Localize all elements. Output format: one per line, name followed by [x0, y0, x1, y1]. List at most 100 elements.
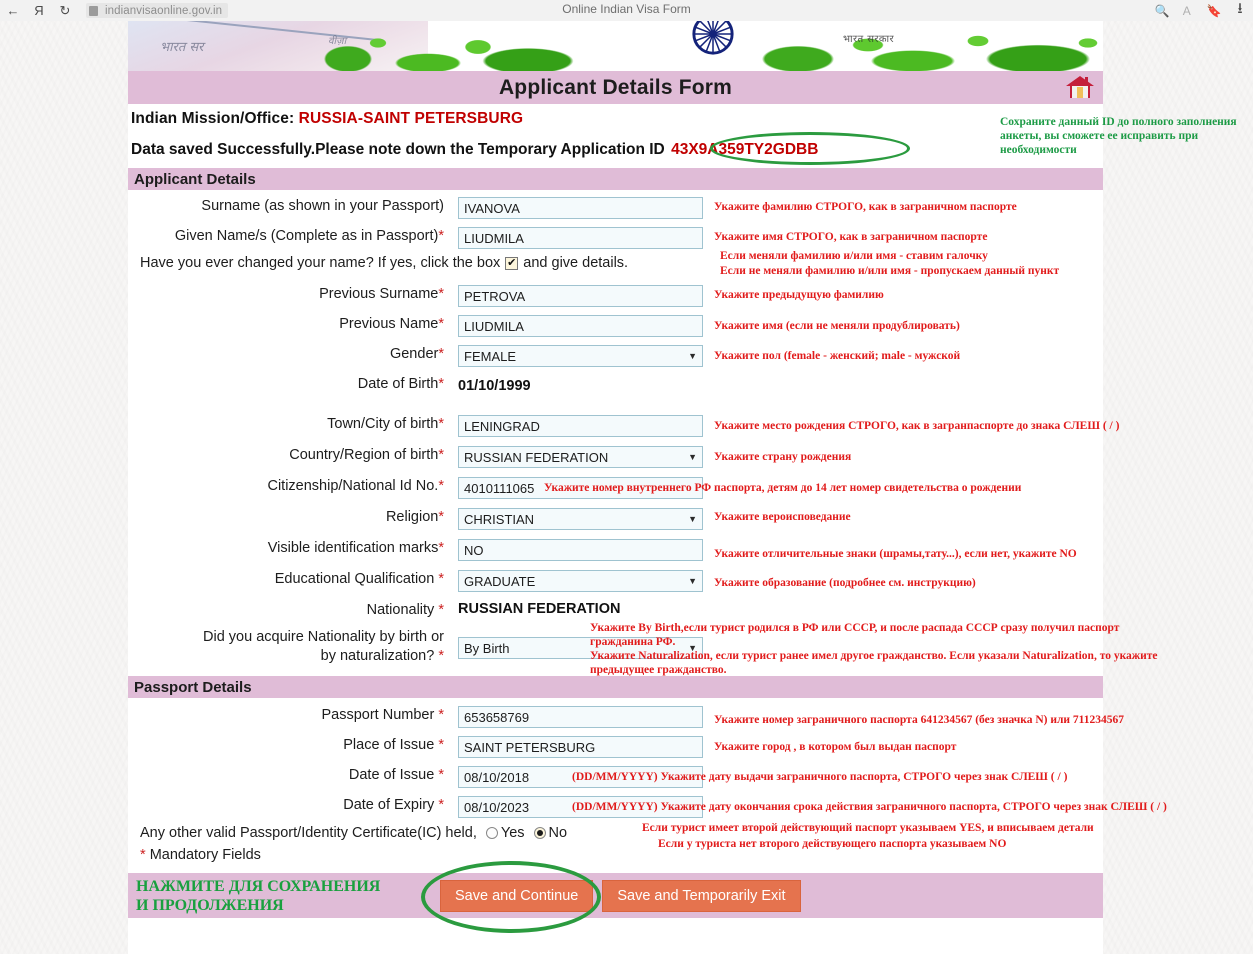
save-instruction-line1: НАЖМИТЕ ДЛЯ СОХРАНЕНИЯ — [136, 877, 381, 895]
previous-name-hint: Укажите имя (если не меняли продублирова… — [714, 320, 960, 332]
mission-office-line: Indian Mission/Office: RUSSIA-SAINT PETE… — [131, 110, 1103, 128]
field-row-country-birth: Country/Region of birth* RUSSIAN FEDERAT… — [128, 446, 1103, 468]
nationality-acquired-label-line1: Did you acquire Nationality by birth or — [203, 629, 444, 645]
name-changed-checkbox[interactable]: ✔ — [505, 256, 519, 270]
reload-icon[interactable]: ↻ — [52, 0, 78, 21]
religion-select[interactable]: CHRISTIAN ▼ — [458, 508, 703, 530]
nationality-acquired-hint-1: Укажите By Birth,если турист родился в Р… — [590, 622, 1120, 634]
nationality-acquired-hint-4: предыдущее гражданство. — [590, 664, 727, 676]
ashoka-chakra-icon — [692, 21, 734, 55]
gender-label: Gender* — [128, 345, 458, 364]
field-row-passport-number: Passport Number * Укажите номер загранич… — [128, 706, 1124, 728]
gender-required: * — [438, 346, 444, 362]
surname-label: Surname (as shown in your Passport) — [201, 198, 444, 214]
nationality-label: Nationality * — [128, 601, 458, 620]
passport-number-label: Passport Number * — [128, 706, 458, 725]
town-birth-input[interactable] — [458, 415, 703, 437]
national-id-hint: Укажите номер внутреннего РФ паспорта, д… — [544, 482, 1022, 494]
field-row-surname: Surname (as shown in your Passport) Укаж… — [128, 197, 1103, 219]
field-row-place-of-issue: Place of Issue * Укажите город , в котор… — [128, 736, 1103, 758]
date-of-issue-label: Date of Issue * — [128, 766, 458, 785]
dob-label-text: Date of Birth — [357, 376, 439, 392]
mission-label: Indian Mission/Office: — [131, 110, 295, 127]
save-and-continue-button[interactable]: Save and Continue — [440, 879, 594, 912]
date-of-issue-label-text: Date of Issue — [348, 767, 435, 783]
education-required: * — [438, 571, 444, 587]
saved-message-line: Data saved Successfully.Please note down… — [131, 132, 1103, 165]
field-row-nationality: Nationality * RUSSIAN FEDERATION — [128, 601, 1103, 620]
zoom-in-icon[interactable]: 🔍 — [1149, 0, 1175, 21]
other-passport-option-no: No — [548, 825, 568, 841]
given-name-label: Given Name/s (Complete as in Passport)* — [128, 227, 458, 246]
previous-surname-input[interactable] — [458, 285, 703, 307]
previous-name-input[interactable] — [458, 315, 703, 337]
given-name-label-text: Given Name/s (Complete as in Passport) — [174, 228, 439, 244]
place-of-issue-hint: Укажите город , в котором был выдан пасп… — [714, 741, 957, 753]
read-aloud-icon[interactable]: A — [1175, 0, 1201, 21]
given-name-input[interactable] — [458, 227, 703, 249]
passport-number-input[interactable] — [458, 706, 703, 728]
national-id-required: * — [438, 478, 444, 494]
surname-input[interactable] — [458, 197, 703, 219]
site-banner: भारत सर वीज़ा भारत सरकार — [128, 21, 1103, 71]
mission-value: RUSSIA-SAINT PETERSBURG — [298, 110, 524, 127]
country-birth-label: Country/Region of birth* — [128, 446, 458, 465]
address-bar[interactable]: indianvisaonline.gov.in — [86, 3, 229, 18]
country-birth-value: RUSSIAN FEDERATION — [464, 449, 609, 465]
date-of-expiry-required: * — [438, 797, 444, 813]
gender-select[interactable]: FEMALE ▼ — [458, 345, 703, 367]
save-and-temporarily-exit-button[interactable]: Save and Temporarily Exit — [602, 879, 801, 912]
field-row-dob: Date of Birth* 01/10/1999 — [128, 375, 1103, 397]
religion-label-text: Religion — [385, 509, 439, 525]
bookmark-icon[interactable]: 🔖 — [1201, 0, 1227, 21]
education-hint: Укажите образование (подробнее см. инстр… — [714, 577, 976, 589]
town-birth-hint: Укажите место рождения СТРОГО, как в заг… — [714, 420, 1120, 432]
other-passport-label: Any other valid Passport/Identity Certif… — [140, 825, 477, 841]
passport-number-required: * — [438, 707, 444, 723]
national-id-label: Citizenship/National Id No.* — [128, 477, 458, 496]
town-birth-required: * — [438, 416, 444, 432]
dob-value: 01/10/1999 — [458, 378, 531, 394]
field-row-national-id: Citizenship/National Id No.* Укажите ном… — [128, 477, 1103, 499]
field-row-given-name: Given Name/s (Complete as in Passport)* … — [128, 227, 1103, 249]
checkbox-check-icon: ✔ — [507, 256, 517, 269]
national-id-label-text: Citizenship/National Id No. — [267, 478, 439, 494]
date-of-issue-required: * — [438, 767, 444, 783]
place-of-issue-input[interactable] — [458, 736, 703, 758]
save-instruction-note: НАЖМИТЕ ДЛЯ СОХРАНЕНИЯ И ПРОДОЛЖЕНИЯ — [128, 877, 428, 915]
nationality-acquired-required: * — [438, 648, 444, 664]
green-splash-left — [318, 21, 618, 71]
form-action-bar: НАЖМИТЕ ДЛЯ СОХРАНЕНИЯ И ПРОДОЛЖЕНИЯ Sav… — [128, 861, 1103, 933]
nationality-label-text: Nationality — [366, 602, 435, 618]
back-arrow-icon[interactable]: ← — [0, 0, 26, 21]
passport-number-hint: Укажите номер заграничного паспорта 6412… — [714, 714, 1125, 726]
other-passport-radio-yes[interactable] — [485, 827, 498, 839]
identification-marks-input[interactable] — [458, 539, 703, 561]
country-birth-hint: Укажите страну рождения — [714, 451, 852, 463]
field-row-other-passport: Any other valid Passport/Identity Certif… — [128, 822, 1103, 850]
nationality-required: * — [438, 602, 444, 618]
name-changed-label-before: Have you ever changed your name? If yes,… — [140, 255, 501, 271]
previous-surname-hint: Укажите предыдущую фамилию — [714, 289, 884, 301]
forward-arrow-icon[interactable]: Я — [26, 0, 52, 21]
education-label-text: Educational Qualification — [274, 571, 435, 587]
url-text: indianvisaonline.gov.in — [105, 4, 223, 17]
home-icon[interactable] — [1065, 73, 1095, 101]
religion-label: Religion* — [128, 508, 458, 527]
country-birth-select[interactable]: RUSSIAN FEDERATION ▼ — [458, 446, 703, 468]
download-icon[interactable]: ⭳ — [1227, 0, 1253, 21]
identification-marks-label: Visible identification marks* — [128, 539, 458, 558]
gender-value: FEMALE — [464, 348, 517, 364]
banner-script-text: भारत सर — [160, 40, 204, 55]
previous-name-required: * — [438, 316, 444, 332]
education-select[interactable]: GRADUATE ▼ — [458, 570, 703, 592]
name-changed-hint-2: Если не меняли фамилию и/или имя - пропу… — [720, 265, 1060, 277]
identification-marks-required: * — [438, 540, 444, 556]
field-row-town-birth: Town/City of birth* Укажите место рожден… — [128, 415, 1119, 437]
previous-surname-label-text: Previous Surname — [319, 286, 439, 302]
temp-id-instruction-note: Сохраните данный ID до полного заполнени… — [1000, 116, 1237, 156]
visa-form-page: भारत सर वीज़ा भारत सरकार Applicant Detai… — [128, 21, 1167, 954]
previous-surname-label: Previous Surname* — [128, 285, 458, 304]
other-passport-radio-no[interactable] — [533, 827, 546, 839]
chevron-down-icon: ▼ — [688, 451, 697, 462]
